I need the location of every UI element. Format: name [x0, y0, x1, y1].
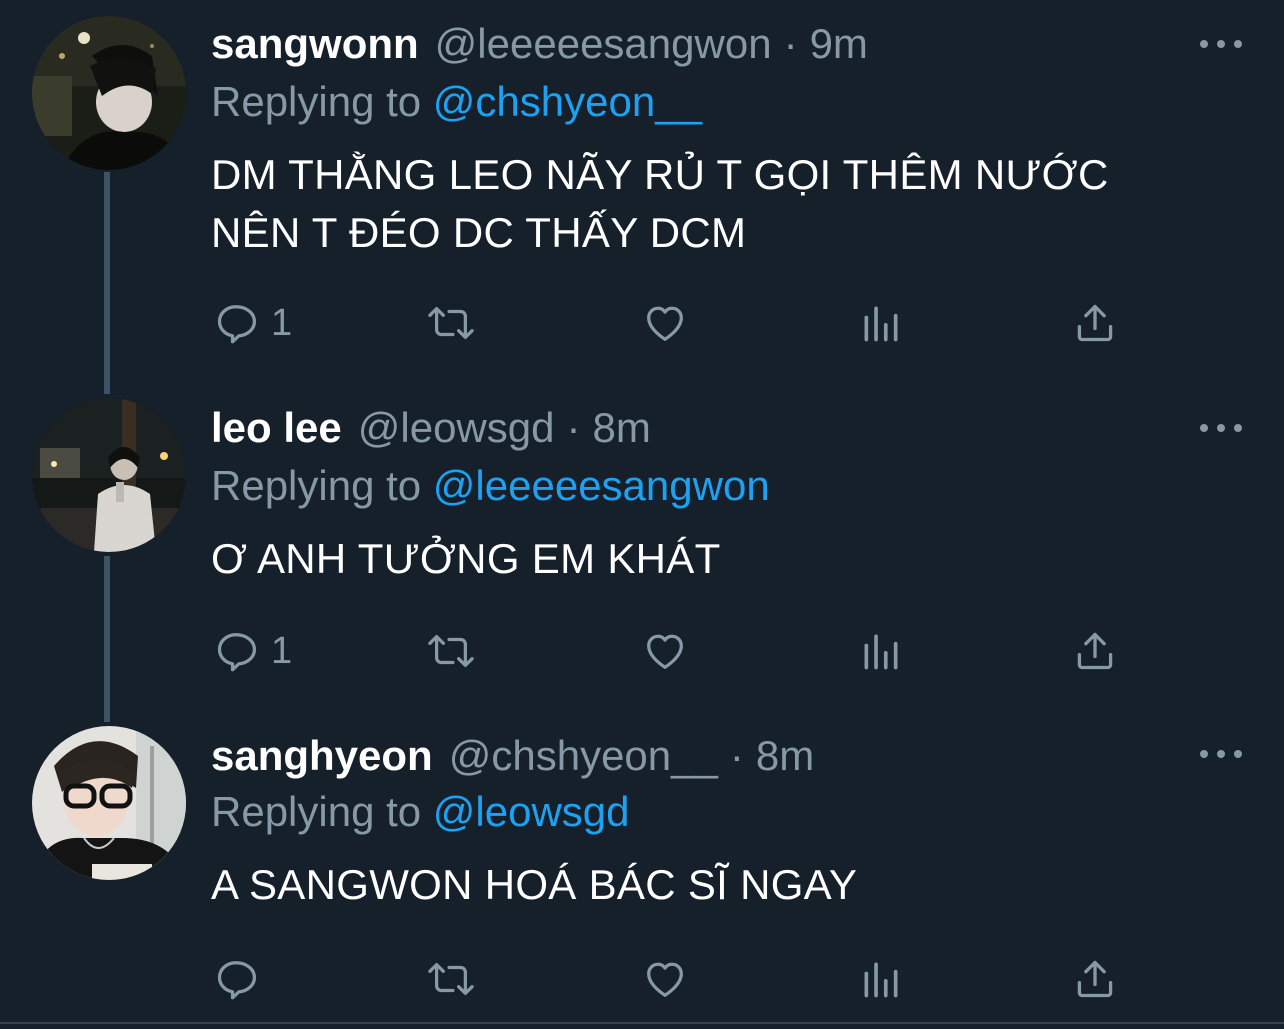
- tweet-text-line: DM THẰNG LEO NÃY RỦ T GỌI THÊM NƯỚC: [211, 151, 1109, 198]
- reply-button[interactable]: [213, 954, 271, 1004]
- user-handle[interactable]: @leeeeesangwon: [435, 14, 772, 74]
- share-icon: [1077, 632, 1113, 670]
- user-handle[interactable]: @leowsgd: [358, 398, 555, 458]
- tweet-header: leo lee @leowsgd · 8m: [211, 398, 651, 458]
- share-icon: [1077, 960, 1113, 998]
- share-button[interactable]: [1073, 626, 1117, 676]
- like-icon: [647, 306, 683, 341]
- tweet-header: sanghyeon @chshyeon__ · 8m: [211, 726, 814, 786]
- reply-target-link[interactable]: @leeeeesangwon: [433, 462, 770, 509]
- retweet-button[interactable]: [425, 626, 477, 676]
- tweet-header: sangwonn @leeeeesangwon · 9m: [211, 14, 868, 74]
- reply-button[interactable]: 1: [213, 626, 292, 676]
- replying-to: Replying to @chshyeon__: [211, 74, 702, 130]
- thread-connector-line: [104, 556, 110, 722]
- analytics-icon: [864, 634, 898, 670]
- reply-button[interactable]: 1: [213, 298, 292, 348]
- avatar[interactable]: [32, 726, 186, 880]
- replying-to-label: Replying to: [211, 788, 422, 835]
- reply-target-link[interactable]: @leowsgd: [433, 788, 630, 835]
- like-button[interactable]: [641, 298, 689, 348]
- analytics-button[interactable]: [859, 626, 903, 676]
- tweet-text: DM THẰNG LEO NÃY RỦ T GỌI THÊM NƯỚC NÊN …: [211, 146, 1231, 262]
- separator-dot: ·: [729, 732, 744, 779]
- analytics-icon: [864, 962, 898, 998]
- tweet-actions: 1: [211, 298, 1131, 348]
- timestamp[interactable]: 8m: [756, 726, 814, 786]
- display-name[interactable]: sanghyeon: [211, 726, 433, 786]
- comment-icon: [217, 305, 257, 344]
- user-handle[interactable]: @chshyeon__: [449, 726, 718, 786]
- reply-count: 1: [271, 302, 293, 344]
- separator-dot: ·: [783, 20, 798, 67]
- like-button[interactable]: [641, 954, 689, 1004]
- comment-icon: [217, 633, 257, 672]
- display-name[interactable]: leo lee: [211, 398, 342, 458]
- share-button[interactable]: [1073, 298, 1117, 348]
- analytics-button[interactable]: [859, 954, 903, 1004]
- replying-to: Replying to @leeeeesangwon: [211, 458, 770, 514]
- avatar[interactable]: [32, 16, 186, 170]
- display-name[interactable]: sangwonn: [211, 14, 419, 74]
- reply-count: 1: [271, 630, 293, 672]
- timestamp[interactable]: 8m: [592, 398, 650, 458]
- tweet-text-line: Ơ ANH TƯỞNG EM KHÁT: [211, 535, 721, 582]
- like-button[interactable]: [641, 626, 689, 676]
- like-icon: [647, 634, 683, 669]
- replying-to-label: Replying to: [211, 462, 422, 509]
- more-icon[interactable]: [1200, 418, 1242, 438]
- retweet-icon: [428, 962, 474, 996]
- share-button[interactable]: [1073, 954, 1117, 1004]
- reply-target-link[interactable]: @chshyeon__: [433, 78, 702, 125]
- share-icon: [1077, 304, 1113, 342]
- thread-connector-line: [104, 172, 110, 394]
- analytics-icon: [864, 306, 898, 342]
- retweet-icon: [428, 634, 474, 668]
- tweet-actions: [211, 954, 1131, 1004]
- more-icon[interactable]: [1200, 744, 1242, 764]
- timestamp[interactable]: 9m: [810, 14, 868, 74]
- analytics-button[interactable]: [859, 298, 903, 348]
- tweet-text-line: A SANGWON HOÁ BÁC SĨ NGAY: [211, 861, 858, 908]
- tweet-text: A SANGWON HOÁ BÁC SĨ NGAY: [211, 856, 1231, 914]
- reply-thread: sangwonn @leeeeesangwon · 9m Replying to…: [0, 0, 1284, 1029]
- like-icon: [647, 962, 683, 997]
- retweet-icon: [428, 306, 474, 340]
- tweet-text-line: NÊN T ĐÉO DC THẤY DCM: [211, 209, 747, 256]
- divider: [0, 1022, 1284, 1024]
- avatar[interactable]: [32, 398, 186, 552]
- retweet-button[interactable]: [425, 298, 477, 348]
- replying-to: Replying to @leowsgd: [211, 784, 630, 840]
- replying-to-label: Replying to: [211, 78, 422, 125]
- tweet-text: Ơ ANH TƯỞNG EM KHÁT: [211, 530, 1231, 588]
- comment-icon: [217, 961, 257, 1000]
- separator-dot: ·: [566, 404, 581, 451]
- retweet-button[interactable]: [425, 954, 477, 1004]
- tweet-actions: 1: [211, 626, 1131, 676]
- more-icon[interactable]: [1200, 34, 1242, 54]
